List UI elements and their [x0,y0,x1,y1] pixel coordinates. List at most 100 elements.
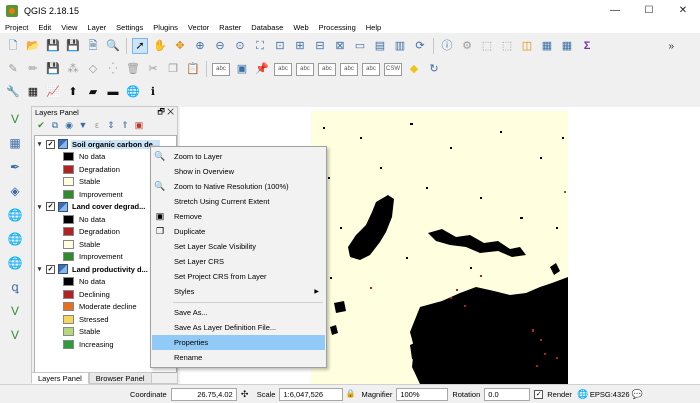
cut-features-icon[interactable]: ✂ [145,61,161,77]
menu-item-zoom-to-native-resolution-100[interactable]: 🔍 Zoom to Native Resolution (100%) [152,179,325,194]
menu-item-styles[interactable]: Styles ▶ [152,284,325,299]
refresh-icon[interactable]: ⟳ [412,38,428,54]
copy-features-icon[interactable]: ❐ [165,61,181,77]
collapse-arrow-icon[interactable]: ▾ [35,140,44,148]
paste-features-icon[interactable]: 📋 [185,61,201,77]
new-project-icon[interactable]: 🗋 [5,38,21,54]
minimize-button[interactable]: — [598,0,632,21]
close-button[interactable]: ✕ [666,0,700,21]
zoom-layer-icon[interactable]: ⊞ [292,38,308,54]
add-wfs-layer-icon[interactable]: 🌐 [6,254,24,272]
layer-visibility-checkbox[interactable]: ✓ [46,202,55,211]
add-polygon-icon[interactable]: ◇ [85,61,101,77]
layer-row[interactable]: ▾ ✓ Land productivity d... [35,263,149,275]
expand-all-icon[interactable]: ⇕ [105,120,117,132]
composer-manager-icon[interactable]: 🔍 [105,38,121,54]
zoom-last-icon[interactable]: ⊟ [312,38,328,54]
label-box-icon[interactable]: ▣ [234,61,250,77]
menu-plugins[interactable]: Plugins [148,23,183,32]
wrench-icon[interactable]: 🔧 [5,84,21,100]
menu-edit[interactable]: Edit [33,23,56,32]
collapse-all-icon[interactable]: ⇑ [119,120,131,132]
filter-expression-icon[interactable]: ε [91,120,103,132]
layer-visibility-checkbox[interactable]: ✓ [46,139,55,149]
field-calculator-icon[interactable]: ▦ [559,38,575,54]
open-project-icon[interactable]: 📂 [25,38,41,54]
menu-item-stretch-using-current-extent[interactable]: Stretch Using Current Extent [152,194,325,209]
info-icon[interactable]: ℹ [145,84,161,100]
collapse-arrow-icon[interactable]: ▾ [35,203,44,211]
show-bookmarks-icon[interactable]: ▥ [392,38,408,54]
menu-item-properties[interactable]: Properties [152,335,325,350]
magnifier-field[interactable]: 100% [396,387,449,401]
layer-visibility-checkbox[interactable]: ✓ [46,264,55,274]
zoom-out-icon[interactable]: ⊖ [212,38,228,54]
menu-settings[interactable]: Settings [111,23,148,32]
save-as-icon[interactable]: 💾 [65,38,81,54]
select-features-icon[interactable]: ⬚ [479,38,495,54]
add-wcs-layer-icon[interactable]: 🌐 [6,230,24,248]
new-map-view-icon[interactable]: ▭ [352,38,368,54]
print-composer-icon[interactable]: 🗎 [85,38,101,54]
upload-icon[interactable]: ⬆ [65,84,81,100]
menu-item-rename[interactable]: Rename [152,350,325,365]
messages-icon[interactable]: 💬 [631,388,643,400]
toggle-editing-icon[interactable]: ✏ [25,61,41,77]
add-feature-icon[interactable]: ⁂ [65,61,81,77]
menu-layer[interactable]: Layer [82,23,111,32]
filter-legend-icon[interactable]: ▼ [77,120,89,132]
coordinate-field[interactable]: 26.75,4.02 [170,387,237,401]
csw-icon[interactable]: CSW [384,62,402,76]
identify-icon[interactable]: ⓘ [439,38,455,54]
add-spatialite-layer-icon[interactable]: ✒ [6,158,24,176]
save-project-icon[interactable]: 💾 [45,38,61,54]
menu-item-remove[interactable]: ▣ Remove [152,209,325,224]
menu-item-duplicate[interactable]: ❐ Duplicate [152,224,325,239]
render-checkbox[interactable]: ✓ [534,389,544,399]
tab-browser-panel[interactable]: Browser Panel [88,372,152,384]
menu-item-save-as[interactable]: Save As... [152,305,325,320]
zoom-in-icon[interactable]: ⊕ [192,38,208,54]
node-tool-icon[interactable]: ⁛ [105,61,121,77]
delete-selected-icon[interactable]: 🗑 [125,61,141,77]
show-label-icon[interactable]: abc [274,62,292,76]
globe-icon[interactable]: 🌐 [125,84,141,100]
zoom-selection-icon[interactable]: ⊡ [272,38,288,54]
menu-item-zoom-to-layer[interactable]: 🔍 Zoom to Layer [152,149,325,164]
bookmark-icon[interactable]: ▤ [372,38,388,54]
pin-label-icon[interactable]: 📌 [254,61,270,77]
label-tool-icon[interactable]: abc [212,62,230,76]
layer-style-icon[interactable]: ✔ [35,120,47,132]
rotation-field[interactable]: 0.0 [484,387,531,401]
menu-item-show-in-overview[interactable]: Show in Overview [152,164,325,179]
add-raster-layer-icon[interactable]: ▦ [6,134,24,152]
menu-web[interactable]: Web [288,23,313,32]
scale-field[interactable]: 1:6,047,526 [279,387,344,401]
zoom-native-icon[interactable]: ⊙ [232,38,248,54]
plugin-refresh-icon[interactable]: ↻ [426,61,442,77]
layer-row[interactable]: ▾ ✓ Soil organic carbon de... [35,138,161,150]
menu-raster[interactable]: Raster [214,23,246,32]
add-wms-layer-icon[interactable]: 🌐 [6,206,24,224]
run-action-icon[interactable]: ⚙ [459,38,475,54]
toolbar-overflow-icon[interactable]: » [668,41,674,52]
add-virtual-layer-icon[interactable]: V [6,302,24,320]
menu-database[interactable]: Database [246,23,288,32]
menu-vector[interactable]: Vector [183,23,214,32]
crs-globe-icon[interactable]: 🌐 [577,388,588,400]
menu-view[interactable]: View [56,23,82,32]
attribute-table-icon[interactable]: ▦ [539,38,555,54]
menu-item-save-as-layer-definition-file[interactable]: Save As Layer Definition File... [152,320,325,335]
folder-icon[interactable]: ▬ [105,84,121,100]
change-label-icon[interactable]: abc [340,62,358,76]
menu-item-set-layer-scale-visibility[interactable]: Set Layer Scale Visibility [152,239,325,254]
add-vector-layer-icon[interactable]: V [6,110,24,128]
layers-stack-icon[interactable]: ▰ [85,84,101,100]
edits-icon[interactable]: ✎ [5,61,21,77]
move-label-icon[interactable]: abc [296,62,314,76]
pan-to-selection-icon[interactable]: ✥ [172,38,188,54]
menu-item-set-layer-crs[interactable]: Set Layer CRS [152,254,325,269]
statistics-icon[interactable]: Σ [579,38,595,54]
label-props-icon[interactable]: abc [362,62,380,76]
save-edits-icon[interactable]: 💾 [45,61,61,77]
